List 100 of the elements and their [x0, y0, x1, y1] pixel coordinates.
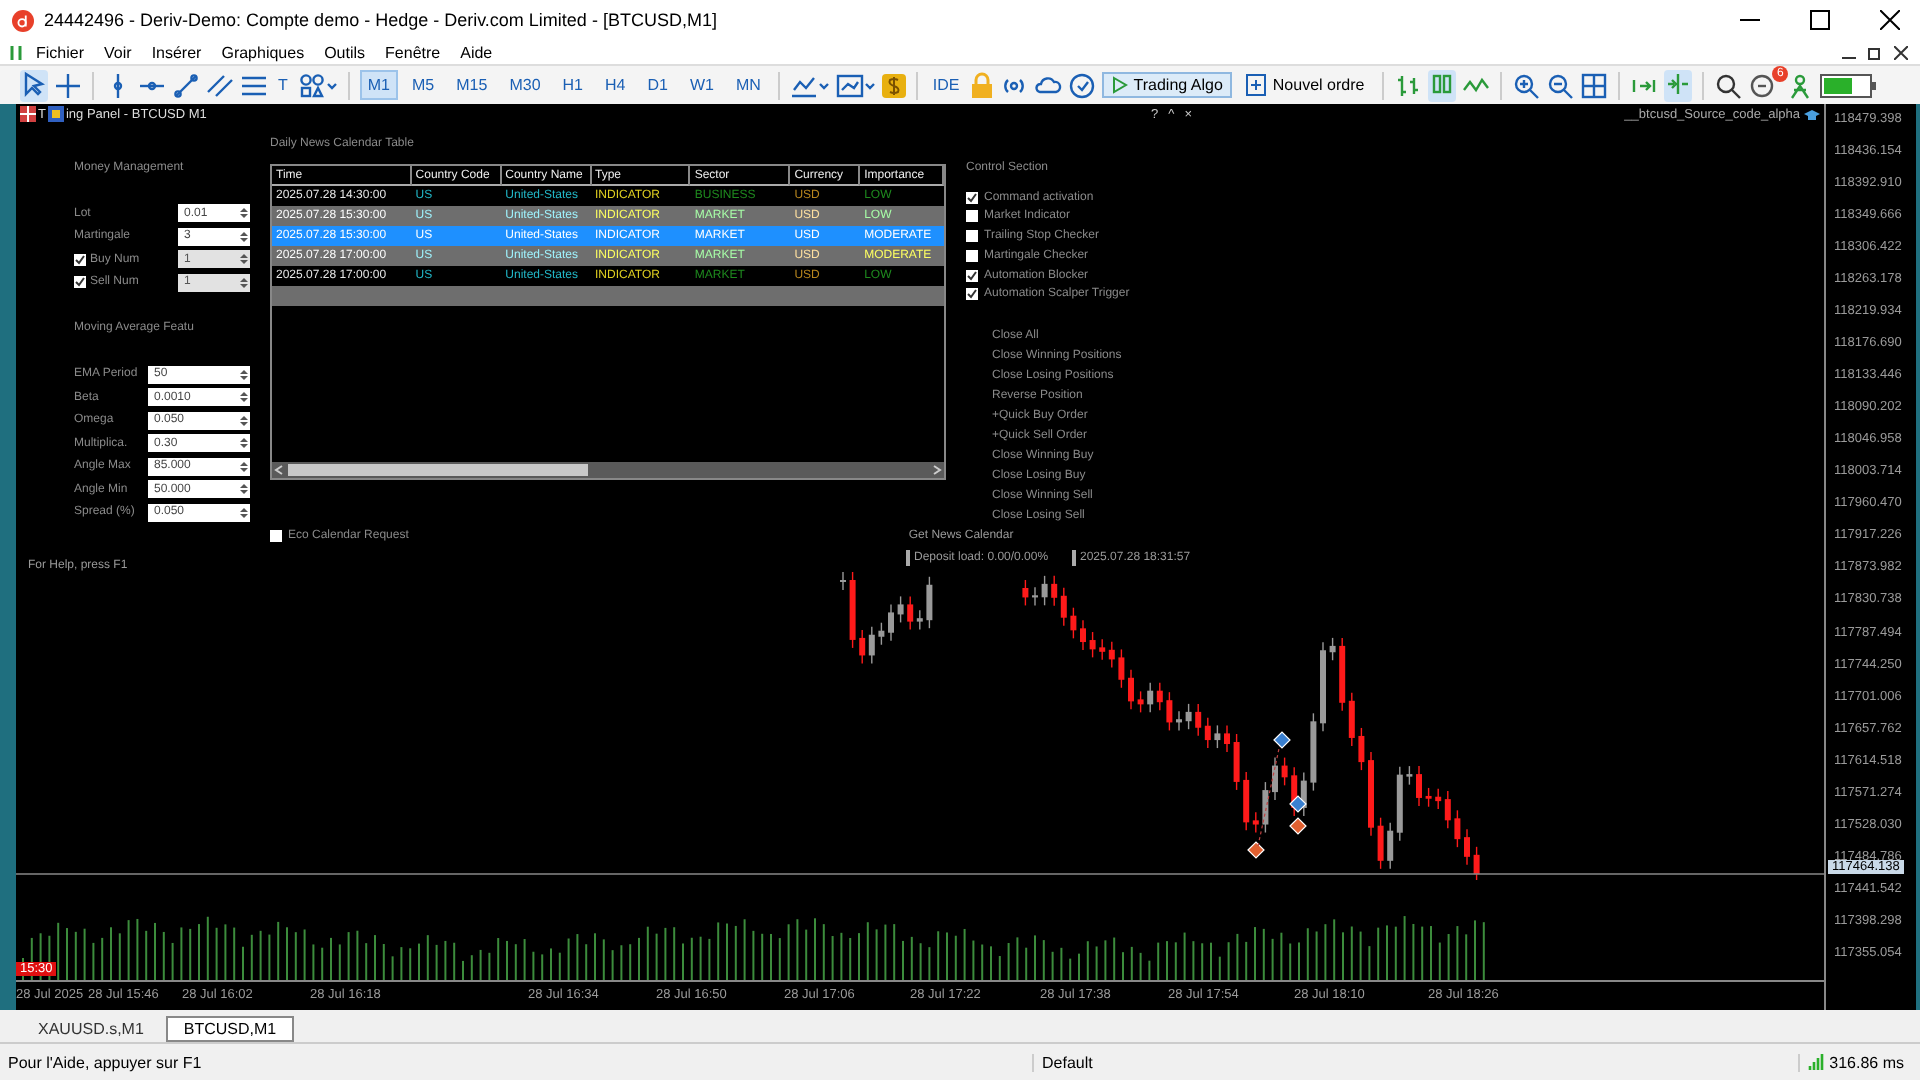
- window-title: 24442496 - Deriv-Demo: Compte demo - Hedge - Deriv.com Limited - [BTCUSD,M1]: [44, 10, 719, 30]
- profile-label: Default: [1032, 1053, 1642, 1071]
- close-icon[interactable]: [1880, 10, 1900, 30]
- levels-icon[interactable]: [240, 71, 268, 99]
- notification-icon[interactable]: [1748, 71, 1777, 99]
- cursor-icon[interactable]: [20, 69, 48, 97]
- candle: [1233, 733, 1240, 791]
- bar-marker-icon: [906, 550, 910, 566]
- trading-algo-button[interactable]: Trading Algo: [1101, 72, 1233, 98]
- shapes-icon[interactable]: [297, 71, 338, 99]
- menu-item[interactable]: Fenêtre: [375, 43, 451, 61]
- ide-button[interactable]: IDE: [928, 72, 964, 98]
- trade-marker-icon: [1247, 841, 1265, 859]
- graduation-cap-icon: [1804, 107, 1820, 121]
- candle: [1022, 579, 1029, 607]
- vps-icon[interactable]: [1067, 71, 1096, 99]
- spinner-icon[interactable]: [240, 206, 248, 221]
- candle: [1070, 607, 1077, 640]
- bar-chart-icon[interactable]: [1394, 71, 1423, 99]
- checkbox[interactable]: [270, 530, 282, 542]
- candle: [1041, 575, 1048, 606]
- checkbox[interactable]: [966, 230, 978, 243]
- spinner-icon[interactable]: [240, 436, 248, 451]
- candlestick-icon[interactable]: [1428, 69, 1457, 97]
- candle: [1368, 751, 1374, 837]
- close-icon[interactable]: [1894, 45, 1908, 59]
- chart-tab[interactable]: BTCUSD,M1: [165, 1016, 295, 1042]
- checkbox[interactable]: [966, 210, 978, 223]
- spinner-icon[interactable]: [240, 390, 248, 405]
- text-tool[interactable]: T: [274, 72, 292, 98]
- trend-line-icon[interactable]: [172, 71, 200, 99]
- signal-strength-icon: [1807, 1054, 1824, 1070]
- trade-marker-icon: [1273, 731, 1291, 749]
- candle: [1358, 727, 1365, 771]
- zoom-out-icon[interactable]: [1546, 71, 1575, 99]
- cloud-icon[interactable]: [1033, 71, 1062, 99]
- candle: [1214, 724, 1221, 749]
- candle: [1425, 787, 1432, 808]
- maximize-icon[interactable]: [1810, 10, 1830, 30]
- timeframe-button[interactable]: M5: [404, 70, 443, 100]
- candle: [1272, 756, 1278, 801]
- new-order-icon: [1246, 74, 1267, 96]
- timeframe-button[interactable]: MN: [727, 70, 769, 100]
- menu-item[interactable]: Insérer: [141, 43, 212, 61]
- channel-icon[interactable]: [206, 71, 234, 99]
- timeframe-button[interactable]: W1: [681, 70, 722, 100]
- timeframe-button[interactable]: H4: [597, 70, 634, 100]
- candle: [1080, 619, 1086, 651]
- checkbox[interactable]: [966, 249, 978, 262]
- trade-line: [1257, 743, 1281, 847]
- candle: [1185, 703, 1192, 730]
- menu-item[interactable]: Outils: [314, 43, 376, 61]
- zoom-in-icon[interactable]: [1512, 71, 1541, 99]
- dollar-icon[interactable]: [882, 71, 907, 99]
- candle: [1329, 637, 1336, 661]
- candle: [1406, 765, 1413, 786]
- menu-item[interactable]: Fichier: [26, 43, 95, 61]
- chart-shift-icon[interactable]: [1664, 69, 1693, 97]
- spinner-icon[interactable]: [240, 367, 248, 382]
- candle: [1473, 846, 1480, 880]
- timeframe-button[interactable]: M30: [501, 70, 549, 100]
- candle: [1137, 690, 1144, 714]
- candle: [1377, 817, 1384, 870]
- chart-tab[interactable]: XAUUSD.s,M1: [20, 1016, 162, 1042]
- candle: [897, 595, 904, 624]
- spinner-icon[interactable]: [240, 229, 248, 244]
- checkbox[interactable]: [966, 288, 978, 301]
- new-order-button[interactable]: Nouvel ordre: [1238, 72, 1373, 98]
- battery-icon: [1820, 73, 1877, 97]
- grid-icon[interactable]: [1580, 71, 1609, 99]
- timeframe-button[interactable]: H1: [554, 70, 591, 100]
- candle: [1224, 724, 1230, 753]
- timeframe-button[interactable]: D1: [639, 70, 676, 100]
- search-icon[interactable]: [1714, 71, 1743, 99]
- menu-item[interactable]: Aide: [450, 43, 503, 61]
- panel-icon: [47, 106, 64, 122]
- candle: [1118, 648, 1125, 689]
- spinner-icon[interactable]: [240, 459, 248, 474]
- chart-icon[interactable]: [8, 43, 26, 61]
- template-icon[interactable]: [836, 71, 877, 99]
- spinner-icon[interactable]: [240, 413, 248, 428]
- menu-item[interactable]: Graphiques: [211, 43, 315, 61]
- candle: [1310, 712, 1317, 792]
- ping-label: 316.86 ms: [1829, 1053, 1904, 1071]
- restore-icon[interactable]: [1868, 45, 1882, 59]
- candle: [1464, 828, 1470, 866]
- candle: [888, 603, 894, 642]
- crosshair-icon[interactable]: [54, 71, 82, 99]
- scrollbar[interactable]: [272, 462, 944, 478]
- candle: [849, 571, 856, 649]
- checkbox[interactable]: [966, 191, 978, 204]
- menu-item[interactable]: Voir: [94, 43, 142, 61]
- play-icon: [1111, 76, 1128, 94]
- timeframe-button[interactable]: M1: [359, 70, 399, 100]
- spinner-icon[interactable]: [240, 482, 248, 497]
- spinner-icon[interactable]: [240, 505, 248, 520]
- candle: [1176, 710, 1182, 732]
- checkbox[interactable]: [966, 269, 978, 282]
- person-icon[interactable]: [1786, 71, 1815, 99]
- timeframe-button[interactable]: M15: [448, 70, 496, 100]
